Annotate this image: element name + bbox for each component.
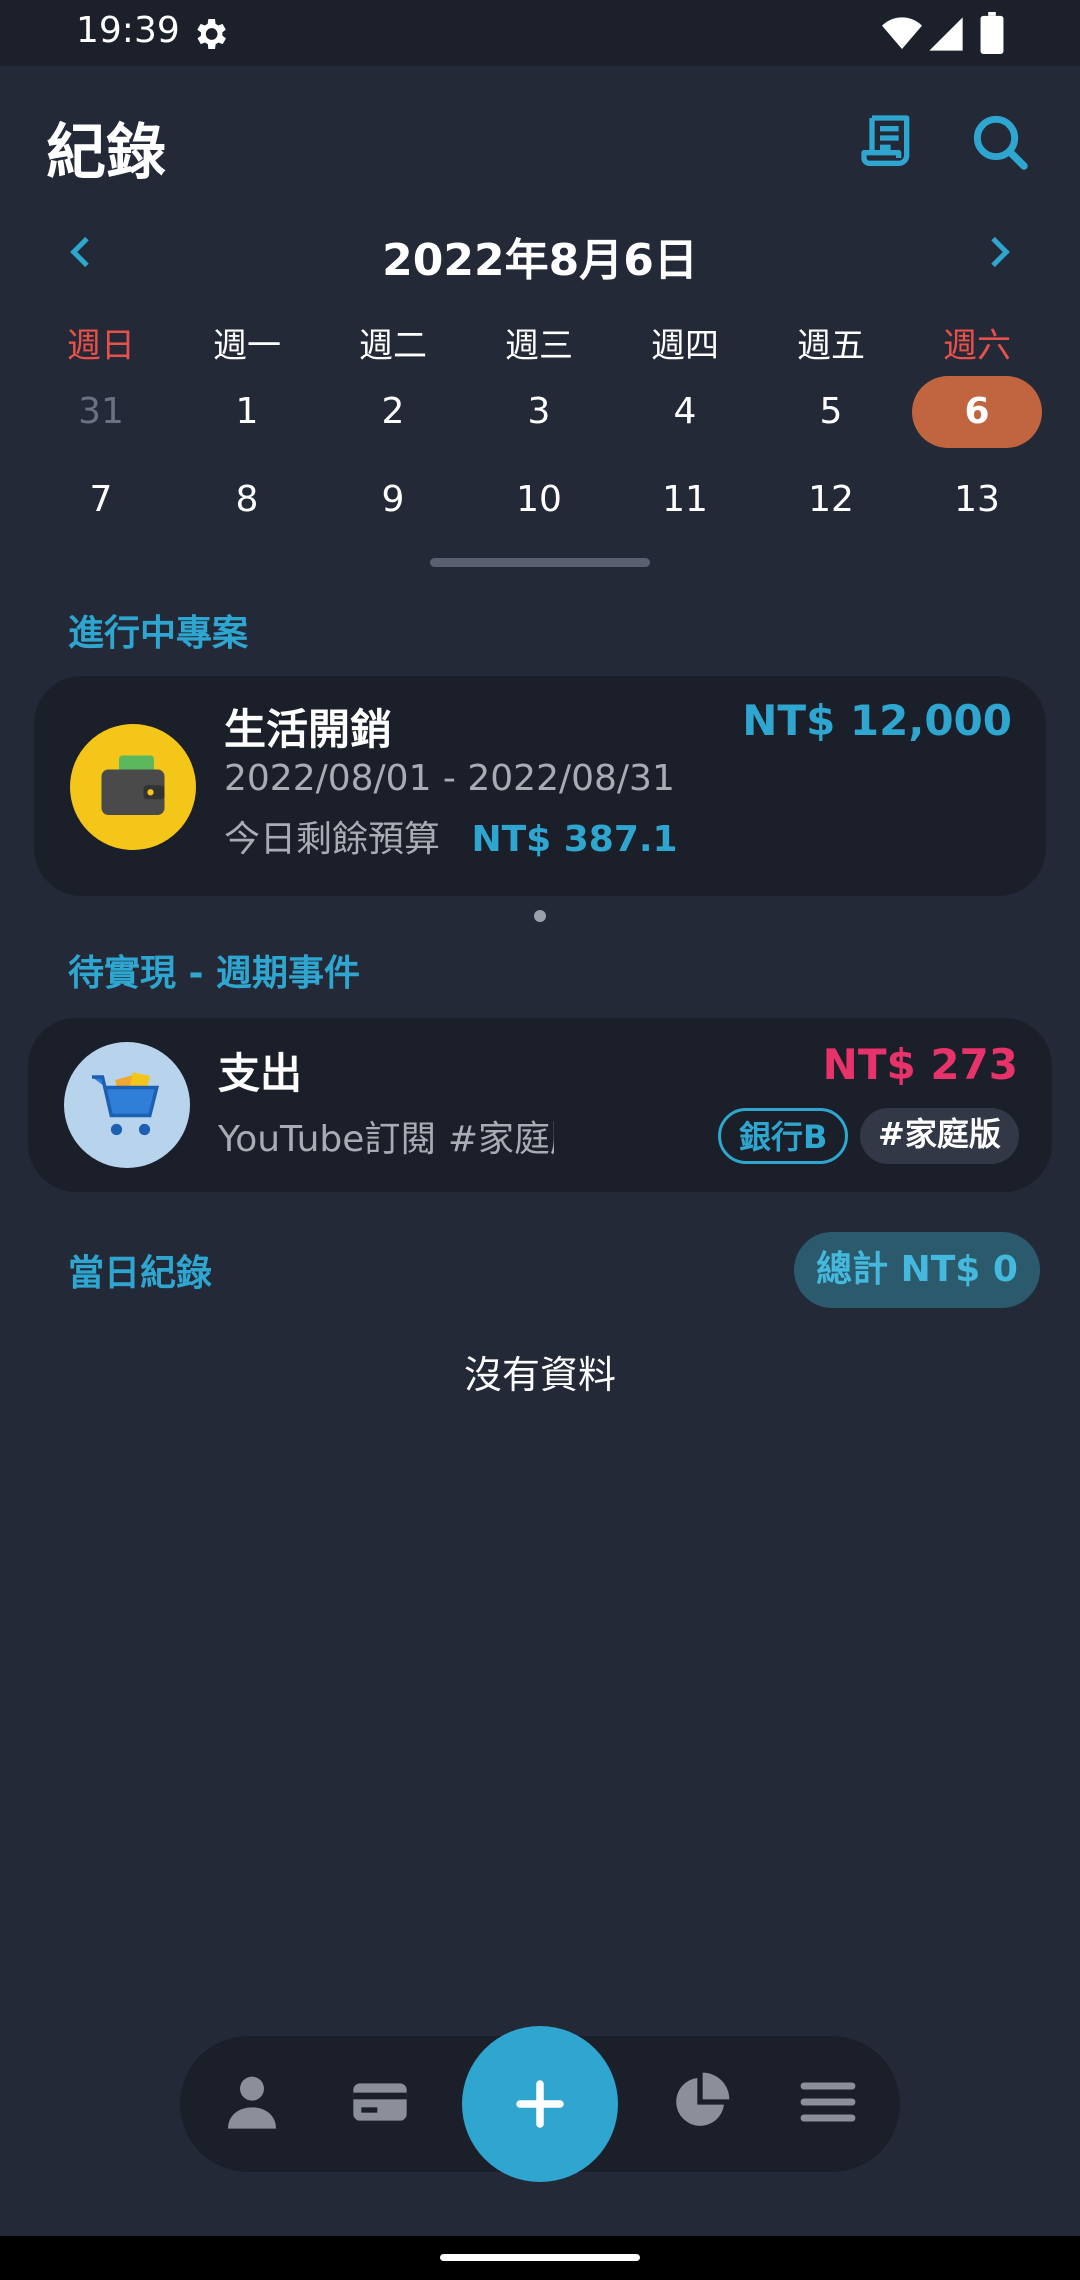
gear-icon — [197, 19, 226, 49]
add-icon — [516, 2080, 564, 2128]
calendar-day[interactable]: 5 — [758, 376, 904, 448]
weekday-label: 週五 — [797, 326, 865, 366]
calendar-day[interactable]: 10 — [466, 464, 612, 536]
calendar-day[interactable]: 9 — [320, 464, 466, 536]
calendar-drag-handle[interactable] — [430, 558, 650, 567]
calendar-day[interactable]: 13 — [904, 464, 1050, 536]
remaining-budget-row: 今日剩餘預算 NT$ 387.1 — [224, 810, 678, 862]
status-time: 19:39 — [76, 10, 180, 51]
calendar-day[interactable]: 3 — [466, 376, 612, 448]
calendar-day[interactable]: 2 — [320, 376, 466, 448]
section-label-daily: 當日紀錄 — [68, 1253, 213, 1294]
status-bar: 19:39 — [0, 0, 1080, 66]
project-budget: NT$ 12,000 — [742, 696, 1012, 745]
battery-icon — [980, 12, 1004, 54]
page-title: 紀錄 — [46, 118, 166, 188]
calendar-day[interactable]: 7 — [28, 464, 174, 536]
remaining-budget-value: NT$ 387.1 — [471, 819, 678, 860]
project-date-range: 2022/08/01 - 2022/08/31 — [224, 758, 675, 799]
remaining-budget-label: 今日剩餘預算 — [224, 819, 441, 860]
section-label-recurring: 待實現 - 週期事件 — [68, 953, 361, 994]
weekday-label: 週四 — [651, 326, 719, 366]
calendar-day[interactable]: 31 — [28, 376, 174, 448]
project-name: 生活開銷 — [224, 705, 393, 754]
add-button[interactable] — [462, 2026, 618, 2182]
card-icon[interactable] — [348, 2070, 412, 2134]
calendar-day[interactable]: 12 — [758, 464, 904, 536]
shopping-cart-icon — [64, 1042, 190, 1168]
person-icon[interactable] — [220, 2070, 284, 2134]
section-label-projects: 進行中專案 — [68, 613, 249, 654]
search-icon[interactable] — [968, 110, 1032, 174]
weekday-label: 週日 — [67, 326, 135, 366]
account-tag: 銀行B — [718, 1108, 849, 1164]
calendar-day-selected-cell[interactable]: 6 — [904, 376, 1050, 448]
signal-icon — [929, 17, 963, 51]
chevron-right-icon[interactable] — [978, 232, 1018, 272]
pager-dot — [534, 910, 546, 922]
calendar-day[interactable]: 4 — [612, 376, 758, 448]
recurring-event-card[interactable]: 支出 NT$ 273 YouTube訂閱 #家庭版 銀行B #家庭版 — [28, 1018, 1052, 1192]
calendar-month-label[interactable]: 2022年8月6日 — [0, 224, 1080, 288]
weekday-header: 週日 週一 週二 週三 週四 週五 週六 — [28, 318, 1050, 367]
home-indicator[interactable] — [440, 2254, 640, 2261]
empty-state-text: 沒有資料 — [463, 1353, 616, 1397]
event-description: YouTube訂閱 #家庭版 — [218, 1119, 554, 1160]
calendar-day[interactable]: 8 — [174, 464, 320, 536]
calendar-day[interactable]: 11 — [612, 464, 758, 536]
receipt-icon[interactable] — [856, 110, 920, 174]
calendar-week: 31 1 2 3 4 5 6 — [28, 376, 1050, 448]
list-icon[interactable] — [796, 2070, 860, 2134]
calendar-day-selected[interactable]: 6 — [912, 376, 1042, 448]
weekday-label: 週三 — [505, 326, 573, 366]
calendar-week: 7 8 9 10 11 12 13 — [28, 464, 1050, 536]
hashtag-tag: #家庭版 — [860, 1108, 1019, 1164]
wallet-icon — [70, 724, 196, 850]
weekday-label: 週六 — [943, 326, 1011, 366]
pie-chart-icon[interactable] — [668, 2070, 732, 2134]
event-amount: NT$ 273 — [822, 1040, 1018, 1089]
daily-total-badge: 總計 NT$ 0 — [794, 1232, 1040, 1308]
event-type: 支出 — [218, 1049, 303, 1098]
weekday-label: 週二 — [359, 326, 427, 366]
calendar-day[interactable]: 1 — [174, 376, 320, 448]
project-card[interactable]: 生活開銷 NT$ 12,000 2022/08/01 - 2022/08/31 … — [34, 676, 1046, 896]
wifi-icon — [882, 17, 922, 49]
weekday-label: 週一 — [213, 326, 281, 366]
